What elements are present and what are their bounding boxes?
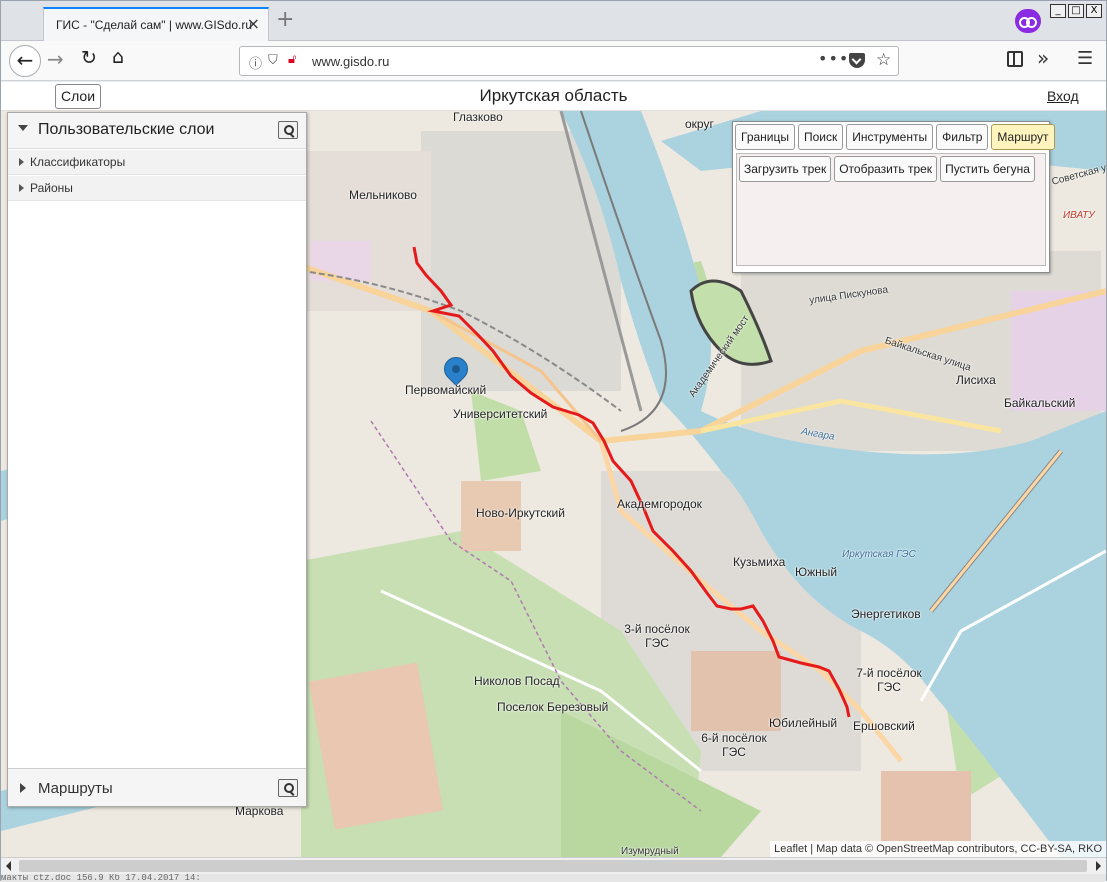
horizontal-scrollbar[interactable]: [1, 857, 1106, 874]
map-label: Байкальский: [1004, 396, 1076, 410]
layers-button[interactable]: Слои: [55, 84, 102, 109]
tracking-shield-icon[interactable]: ⛉: [268, 53, 278, 68]
load-track-button[interactable]: Загрузить трек: [739, 156, 832, 182]
tab-tools[interactable]: Инструменты: [846, 124, 934, 150]
web-page: Иркутская область Слои Вход Глазково окр…: [1, 82, 1106, 857]
tab-strip: ГИС - "Сделай сам" | www.GISdo.ru × + _ …: [1, 1, 1106, 41]
search-icon[interactable]: [278, 121, 298, 139]
map-label: Кузьмиха: [733, 555, 786, 569]
tab-close-icon[interactable]: ×: [247, 14, 260, 33]
forward-icon[interactable]: →: [47, 47, 64, 71]
page-header: Иркутская область Слои Вход: [1, 82, 1106, 111]
scroll-right-icon[interactable]: [1096, 861, 1101, 871]
map-attribution[interactable]: Leaflet | Map data © OpenStreetMap contr…: [770, 841, 1106, 857]
expand-caret-icon[interactable]: [20, 783, 26, 793]
new-tab-icon[interactable]: +: [276, 7, 294, 32]
map-label: Ново-Иркутский: [476, 506, 565, 520]
tab-filter[interactable]: Фильтр: [936, 124, 989, 150]
map-label: 3-й посёлок ГЭС: [624, 622, 690, 650]
browser-tab[interactable]: ГИС - "Сделай сам" | www.GISdo.ru ×: [43, 7, 269, 41]
map-label: Академгородок: [617, 497, 702, 511]
collapse-caret-icon[interactable]: [18, 125, 28, 131]
map-label: Юбилейный: [769, 716, 838, 730]
tools-panel: Границы Поиск Инструменты Фильтр Маршрут…: [732, 121, 1055, 273]
insecure-lock-icon[interactable]: 🔓︎: [288, 52, 296, 67]
tab-route[interactable]: Маршрут: [991, 124, 1055, 150]
map-label: Поселок Березовый: [497, 700, 609, 714]
search-icon[interactable]: [278, 779, 298, 797]
start-runner-button[interactable]: Пустить бегуна: [940, 156, 1035, 182]
tab-borders[interactable]: Границы: [735, 124, 795, 150]
login-link[interactable]: Вход: [1047, 88, 1079, 104]
map-label: Ершовский: [853, 719, 915, 733]
show-track-button[interactable]: Отобразить трек: [834, 156, 938, 182]
window-controls: _ □ X: [1050, 4, 1102, 18]
overflow-chevron-icon[interactable]: »: [1037, 46, 1049, 70]
tab-title: ГИС - "Сделай сам" | www.GISdo.ru: [56, 18, 253, 32]
street-label: ИВАТУ: [1063, 210, 1095, 221]
tools-tabs: Границы Поиск Инструменты Фильтр Маршрут: [735, 124, 1055, 150]
map-label: Южный: [795, 565, 838, 579]
scrollbar-thumb[interactable]: [19, 860, 1087, 872]
tree-item-label: Классификаторы: [30, 155, 126, 169]
map-label: Глазково: [453, 111, 503, 124]
routes-title: Маршруты: [38, 780, 113, 797]
map-label: Николов Посад: [474, 674, 560, 688]
tree-item-label: Районы: [30, 181, 73, 195]
street-label: Иркутская ГЭС: [842, 549, 916, 560]
map-label: Энергетиков: [851, 607, 921, 621]
tree-item-districts[interactable]: Районы: [8, 176, 306, 201]
pocket-icon[interactable]: [849, 53, 865, 68]
tab-search[interactable]: Поиск: [798, 124, 844, 150]
map-label: 6-й посёлок ГЭС: [701, 731, 767, 759]
expand-arrow-icon[interactable]: [19, 184, 24, 192]
map-label: Изумрудный: [621, 846, 679, 857]
map-label: 7-й посёлок ГЭС: [856, 666, 922, 694]
panel-header[interactable]: Пользовательские слои: [8, 113, 306, 149]
close-window-button[interactable]: X: [1086, 4, 1102, 18]
reload-icon[interactable]: ↻: [81, 47, 97, 69]
url-text[interactable]: www.gisdo.ru: [312, 54, 389, 69]
route-tab-content: Загрузить трек Отобразить трек Пустить б…: [736, 153, 1046, 266]
home-icon[interactable]: ⌂: [112, 46, 124, 68]
private-browsing-icon: [1015, 9, 1041, 33]
map-label: Мельниково: [349, 188, 417, 202]
browser-window: ГИС - "Сделай сам" | www.GISdo.ru × + _ …: [0, 0, 1107, 882]
maximize-button[interactable]: □: [1068, 4, 1084, 18]
route-actions: Загрузить трек Отобразить трек Пустить б…: [739, 156, 1035, 182]
user-layers-panel: Пользовательские слои Классификаторы Рай…: [7, 112, 307, 807]
expand-arrow-icon[interactable]: [19, 158, 24, 166]
tree-item-classifiers[interactable]: Классификаторы: [8, 150, 306, 175]
hamburger-menu-icon[interactable]: ☰: [1077, 48, 1093, 69]
minimize-button[interactable]: _: [1050, 4, 1066, 18]
info-icon[interactable]: ⓘ: [249, 53, 262, 72]
map-label: Лисиха: [956, 373, 996, 387]
routes-section[interactable]: Маршруты: [8, 768, 306, 806]
page-actions-icon[interactable]: •••: [818, 49, 849, 68]
map-label: Университетский: [453, 407, 548, 421]
page-title: Иркутская область: [479, 86, 628, 105]
back-icon[interactable]: ←: [9, 45, 41, 77]
map-label: Первомайский: [405, 383, 487, 397]
map-label: округ: [685, 117, 714, 131]
panel-title: Пользовательские слои: [38, 121, 215, 138]
sidebar-icon[interactable]: [1007, 51, 1023, 67]
navigation-toolbar: ← → ↻ ⌂ ⓘ ⛉ 🔓︎ www.gisdo.ru ••• ☆ » ☰: [1, 41, 1106, 81]
bookmark-star-icon[interactable]: ☆: [876, 50, 891, 70]
scroll-left-icon[interactable]: [6, 861, 11, 871]
url-bar[interactable]: ⓘ ⛉ 🔓︎ www.gisdo.ru ••• ☆: [239, 46, 899, 76]
